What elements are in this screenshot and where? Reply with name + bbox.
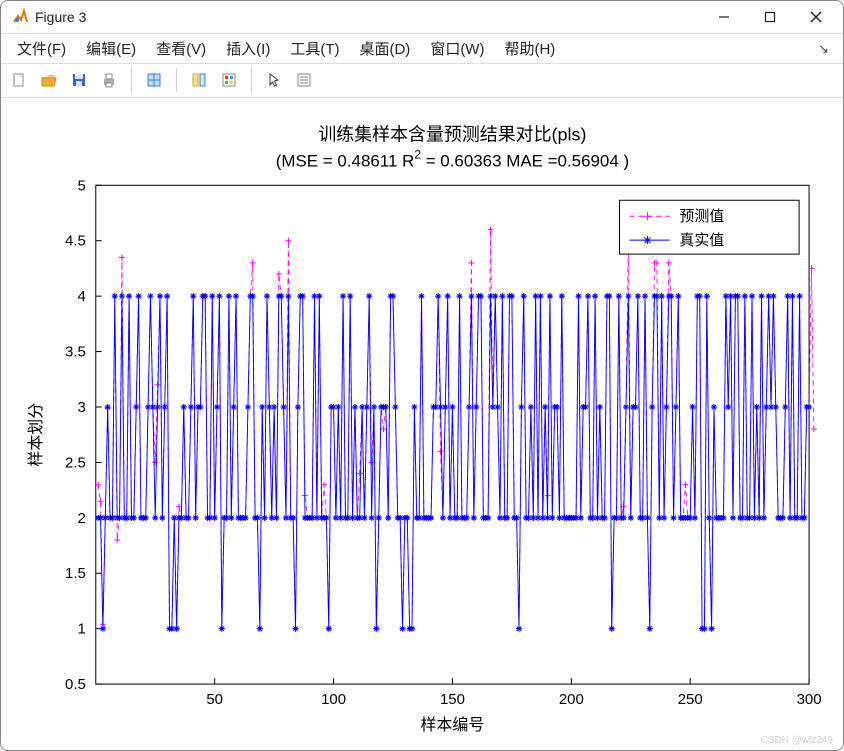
window-title: Figure 3 — [35, 9, 86, 25]
save-button[interactable] — [65, 66, 93, 94]
xtick-label: 50 — [206, 691, 223, 708]
menu-insert[interactable]: 插入(I) — [216, 34, 280, 63]
menu-file[interactable]: 文件(F) — [7, 34, 76, 63]
new-button[interactable] — [5, 66, 33, 94]
menu-desktop[interactable]: 桌面(D) — [349, 34, 420, 63]
ytick-label: 2.5 — [65, 454, 86, 471]
maximize-button[interactable] — [747, 1, 793, 33]
properties-button[interactable] — [290, 66, 318, 94]
menu-tools[interactable]: 工具(T) — [280, 34, 349, 63]
ytick-label: 3 — [77, 399, 85, 416]
figure-area: 50 100 150 200 250 300 0.5 1 1.5 2 2.5 3 3.5 4 4.5 5 训练集… — [1, 98, 843, 750]
xtick-label: 300 — [797, 691, 822, 708]
xtick-label: 200 — [559, 691, 584, 708]
ytick-label: 3.5 — [65, 343, 86, 360]
xlabel: 样本编号 — [421, 716, 485, 734]
toolbar-separator — [251, 68, 252, 92]
figure-window: Figure 3 文件(F) 编辑(E) 查看(V) 插入(I) 工具(T) 桌… — [0, 0, 844, 751]
ytick-label: 5 — [77, 177, 85, 194]
pan-icon — [190, 71, 208, 89]
toolbar — [1, 64, 843, 98]
ytick-label: 4.5 — [65, 232, 86, 249]
data-cursor-button[interactable] — [140, 66, 168, 94]
ytick-label: 1 — [77, 620, 85, 637]
pan-button[interactable] — [185, 66, 213, 94]
xtick-label: 100 — [321, 691, 346, 708]
minimize-button[interactable] — [701, 1, 747, 33]
open-icon — [40, 71, 58, 89]
print-button[interactable] — [95, 66, 123, 94]
chart: 50 100 150 200 250 300 0.5 1 1.5 2 2.5 3 3.5 4 4.5 5 训练集… — [1, 98, 843, 750]
ytick-label: 4 — [77, 288, 85, 305]
legend-pred: 预测值 — [679, 208, 724, 225]
chart-title: 训练集样本含量预测结果对比(pls) — [318, 124, 586, 144]
chart-subtitle: (MSE = 0.48611 R2 = 0.60363 MAE =0.56904… — [276, 147, 629, 170]
ytick-label: 0.5 — [65, 676, 86, 693]
titlebar: Figure 3 — [1, 1, 843, 34]
matlab-icon — [11, 8, 29, 26]
toolbar-separator — [131, 68, 132, 92]
menubar-overflow-icon[interactable]: ↘ — [818, 41, 829, 57]
watermark: CSDN @wlz249 — [761, 735, 833, 746]
close-icon — [810, 11, 822, 23]
legend-real: 真实值 — [679, 231, 724, 249]
open-button[interactable] — [35, 66, 63, 94]
ytick-label: 1.5 — [65, 565, 86, 582]
pointer-button[interactable] — [260, 66, 288, 94]
color-legend-icon — [220, 71, 238, 89]
pointer-icon — [265, 71, 283, 89]
menu-view[interactable]: 查看(V) — [146, 34, 216, 63]
xtick-label: 250 — [678, 691, 703, 708]
menu-window[interactable]: 窗口(W) — [420, 34, 494, 63]
print-icon — [100, 71, 118, 89]
menu-help[interactable]: 帮助(H) — [494, 34, 565, 63]
properties-icon — [295, 71, 313, 89]
data-cursor-icon — [145, 71, 163, 89]
xtick-label: 150 — [440, 691, 465, 708]
menubar: 文件(F) 编辑(E) 查看(V) 插入(I) 工具(T) 桌面(D) 窗口(W… — [1, 34, 843, 64]
minimize-icon — [718, 11, 730, 23]
maximize-icon — [764, 11, 776, 23]
ylabel: 样本划分 — [27, 402, 45, 466]
close-button[interactable] — [793, 1, 839, 33]
new-icon — [10, 71, 28, 89]
menu-edit[interactable]: 编辑(E) — [76, 34, 146, 63]
toolbar-separator — [176, 68, 177, 92]
ytick-label: 2 — [77, 509, 85, 526]
save-icon — [70, 71, 88, 89]
legend-button[interactable] — [215, 66, 243, 94]
